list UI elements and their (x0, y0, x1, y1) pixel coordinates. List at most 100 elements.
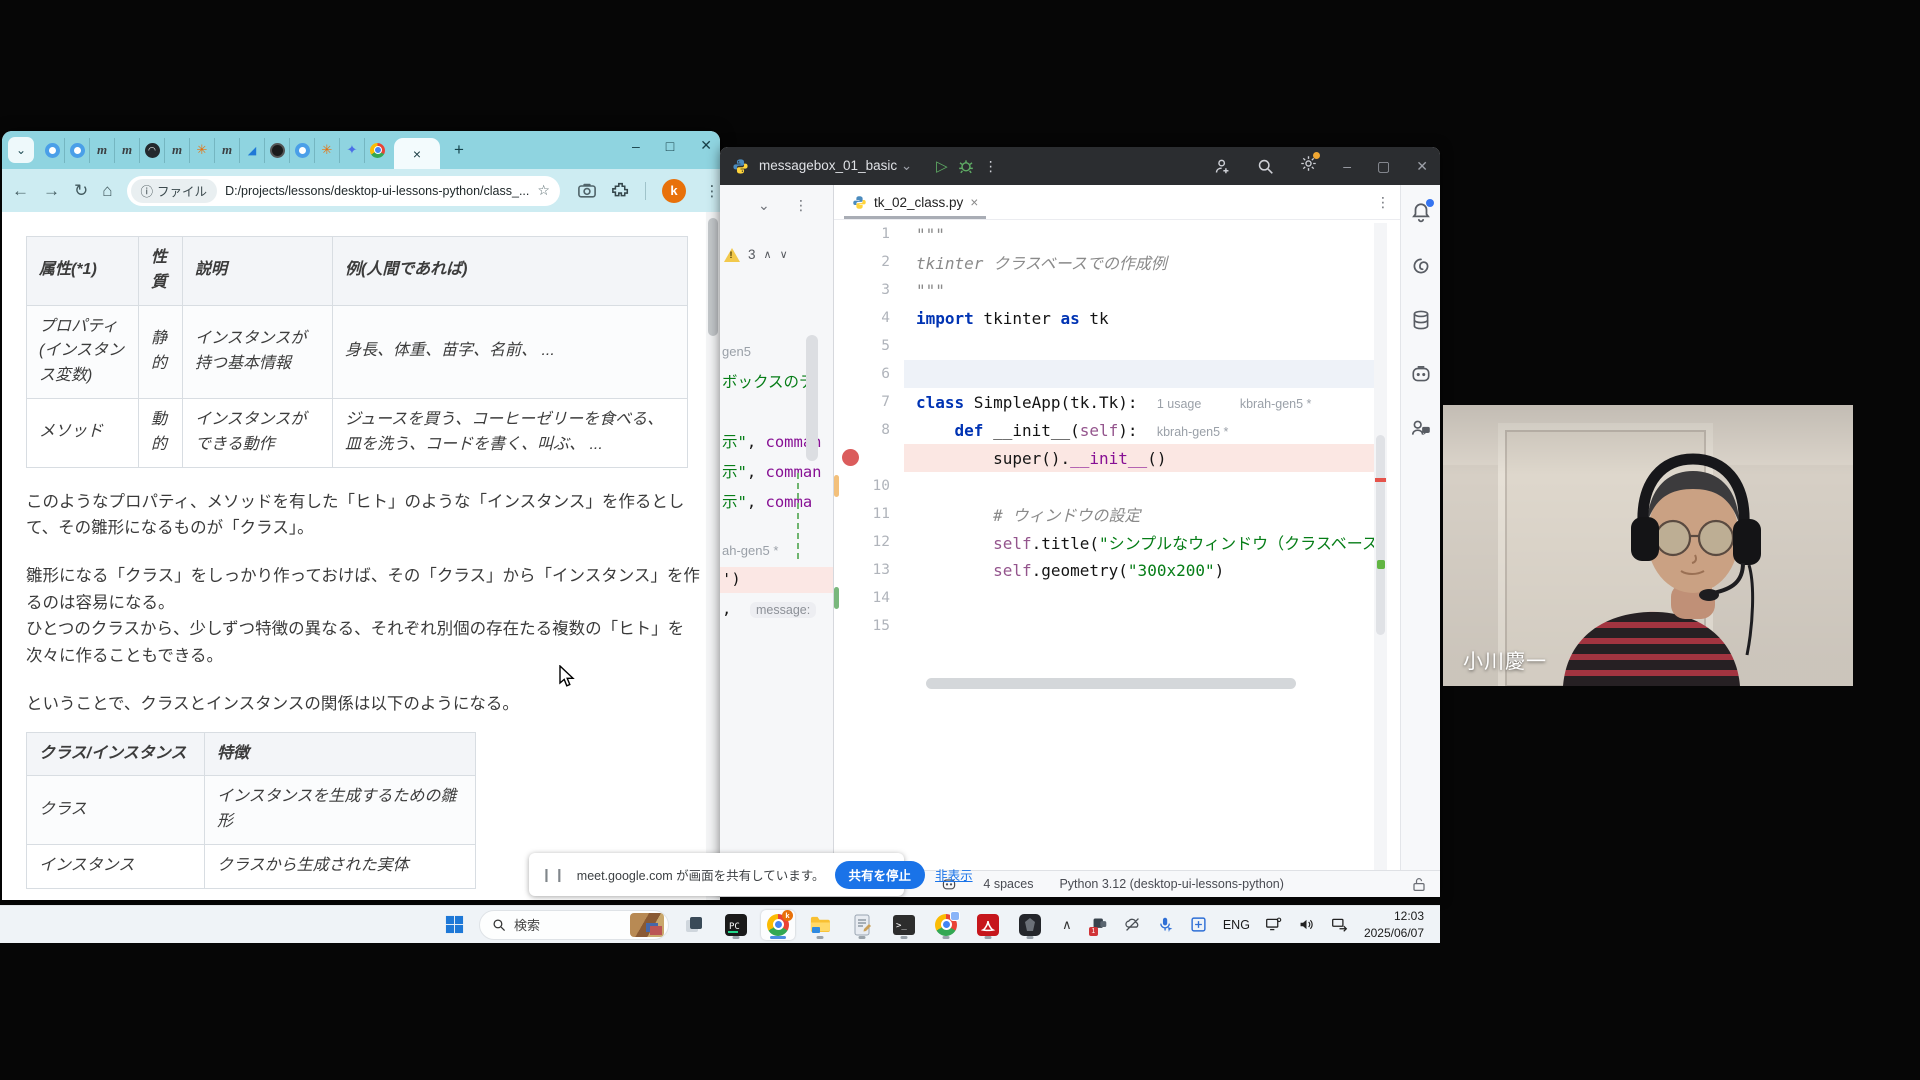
reload-icon[interactable]: ↻ (74, 181, 88, 201)
snip-tool-icon[interactable] (1190, 916, 1208, 934)
code-line[interactable]: 11 # ウィンドウの設定 (834, 500, 1374, 528)
code-line[interactable]: 12 self.title("シンプルなウィンドウ（クラスベース (834, 528, 1374, 556)
prev-problem-icon[interactable]: ∧ (764, 248, 772, 261)
code-line[interactable]: super().__init__() (834, 444, 1374, 472)
pinned-tab-m-letter-icon[interactable]: m (215, 138, 240, 163)
taskbar-acrobat-icon[interactable] (971, 910, 1005, 940)
url-text[interactable]: D:/projects/lessons/desktop-ui-lessons-p… (225, 184, 529, 198)
add-user-icon[interactable] (1214, 158, 1231, 175)
notifications-bell-icon[interactable] (1410, 201, 1432, 223)
code-line[interactable]: 1""" (834, 220, 1374, 248)
code-line[interactable]: 8 def __init__(self): kbrah-gen5 * (834, 416, 1374, 444)
search-icon[interactable] (1257, 158, 1274, 175)
indent-indicator[interactable]: 4 spaces (983, 877, 1033, 891)
run-configuration[interactable]: messagebox_01_basic ⌄ (759, 158, 912, 174)
ai-assistant-icon[interactable] (1410, 255, 1432, 277)
bookmark-star-icon[interactable]: ☆ (537, 182, 550, 199)
code-editor[interactable]: 1"""2tkinter クラスベースでの作成例3"""4import tkin… (834, 220, 1374, 640)
code-line[interactable]: 4import tkinter as tk (834, 304, 1374, 332)
taskbar-notepad-icon[interactable] (845, 910, 879, 940)
problems-widget[interactable]: 3 ∧ ∨ (724, 247, 788, 262)
pinned-tab-github-icon[interactable]: ◠ (140, 138, 165, 163)
teams-icon[interactable]: 1 (1091, 916, 1109, 934)
bg-scrollbar-thumb[interactable] (806, 335, 818, 461)
taskbar-terminal-icon[interactable]: >_ (887, 910, 921, 940)
page-scrollbar[interactable] (706, 212, 720, 900)
code-line[interactable]: 5 (834, 332, 1374, 360)
editor-tab[interactable]: tk_02_class.py × (844, 185, 986, 219)
ide-close-icon[interactable]: ✕ (1416, 158, 1428, 175)
ide-minimize-icon[interactable]: – (1343, 158, 1351, 174)
code-line[interactable]: 3""" (834, 276, 1374, 304)
pinned-tab-blue-circle-icon[interactable] (290, 138, 315, 163)
stop-sharing-button[interactable]: 共有を停止 (835, 861, 926, 889)
onedrive-paused-icon[interactable] (1124, 916, 1142, 934)
network-display-icon[interactable] (1265, 916, 1283, 934)
code-line[interactable]: 7class SimpleApp(tk.Tk): 1 usage kbrah-g… (834, 388, 1374, 416)
run-more-icon[interactable]: ⋮ (984, 158, 998, 175)
forward-icon[interactable]: → (43, 181, 60, 201)
screen-capture-icon[interactable] (578, 183, 596, 198)
volume-icon[interactable] (1298, 916, 1316, 934)
new-tab-button[interactable]: + (446, 137, 472, 163)
pinned-tab-blue-triangle-icon[interactable]: ◢ (240, 138, 265, 163)
taskbar-chrome-active-icon[interactable]: k (761, 910, 795, 940)
taskbar-pycharm-icon[interactable]: PC (719, 910, 753, 940)
profile-avatar[interactable]: k (662, 179, 686, 203)
pinned-tab-red-asterisk-icon[interactable]: ✳ (315, 138, 340, 163)
editor-tab-close-icon[interactable]: × (970, 195, 978, 210)
chat-users-icon[interactable] (1410, 417, 1432, 439)
clock[interactable]: 12:03 2025/06/07 (1364, 908, 1430, 940)
pinned-tab-m-letter-icon[interactable]: m (90, 138, 115, 163)
address-bar[interactable]: ⓘ ファイル D:/projects/lessons/desktop-ui-le… (127, 176, 560, 206)
pinned-tab-blue-circle-icon[interactable] (40, 138, 65, 163)
pinned-tab-blue-circle-icon[interactable] (65, 138, 90, 163)
taskbar-dark-app-icon[interactable] (1013, 910, 1047, 940)
tray-chevron-icon[interactable]: ∧ (1058, 916, 1076, 934)
assistant-face-icon[interactable] (1410, 363, 1432, 385)
taskbar-chrome-profile-icon[interactable] (929, 910, 963, 940)
database-icon[interactable] (1410, 309, 1432, 331)
pinned-tab-blue-sparkle-icon[interactable]: ✦ (340, 138, 365, 163)
ide-maximize-icon[interactable]: ▢ (1377, 158, 1390, 175)
extensions-icon[interactable] (612, 182, 629, 199)
breakpoint-icon[interactable] (842, 449, 859, 466)
code-line[interactable]: 6 (834, 360, 1374, 388)
code-line[interactable]: 13 self.geometry("300x200") (834, 556, 1374, 584)
maximize-button[interactable]: □ (666, 138, 674, 154)
pinned-tab-m-letter-icon[interactable]: m (115, 138, 140, 163)
start-button[interactable] (437, 910, 471, 940)
debug-icon[interactable] (958, 158, 974, 174)
home-icon[interactable]: ⌂ (102, 181, 112, 201)
readonly-lock-icon[interactable] (1412, 877, 1426, 892)
display-switch-icon[interactable] (1331, 916, 1349, 934)
run-icon[interactable]: ▷ (936, 157, 948, 175)
editor-hscrollbar[interactable] (926, 678, 1296, 689)
interpreter-indicator[interactable]: Python 3.12 (desktop-ui-lessons-python) (1059, 877, 1283, 891)
code-line[interactable]: 10 (834, 472, 1374, 500)
pinned-tab-red-asterisk-icon[interactable]: ✳ (190, 138, 215, 163)
close-button[interactable]: ✕ (700, 137, 712, 154)
minimize-button[interactable]: – (632, 138, 640, 154)
editor-options-icon[interactable]: ⋮ (1376, 194, 1390, 211)
bg-kebab-icon[interactable]: ⋮ (794, 197, 808, 214)
active-tab[interactable]: × (394, 138, 440, 169)
code-line[interactable]: 14 (834, 584, 1374, 612)
code-line[interactable]: 15 (834, 612, 1374, 640)
taskbar-search[interactable]: 検索 (479, 910, 669, 940)
mic-in-use-icon[interactable] (1157, 916, 1175, 934)
settings-gear-icon[interactable] (1300, 155, 1317, 177)
browser-menu-icon[interactable]: ⋮ (702, 182, 722, 200)
taskbar-explorer-icon[interactable] (803, 910, 837, 940)
tab-close-icon[interactable]: × (413, 146, 421, 162)
code-line[interactable]: 2tkinter クラスベースでの作成例 (834, 248, 1374, 276)
taskbar-task-view-icon[interactable] (677, 910, 711, 940)
bg-chevron-icon[interactable]: ⌄ (758, 197, 770, 214)
pinned-tab-chrome-icon[interactable] (365, 138, 390, 163)
tab-search-chevron-icon[interactable]: ⌄ (8, 137, 34, 163)
editor-vscrollbar[interactable] (1374, 223, 1387, 870)
pinned-tab-m-letter-icon[interactable]: m (165, 138, 190, 163)
back-icon[interactable]: ← (12, 181, 29, 201)
hide-banner-link[interactable]: 非表示 (935, 865, 973, 884)
pinned-tab-dark-lens-icon[interactable] (265, 138, 290, 163)
